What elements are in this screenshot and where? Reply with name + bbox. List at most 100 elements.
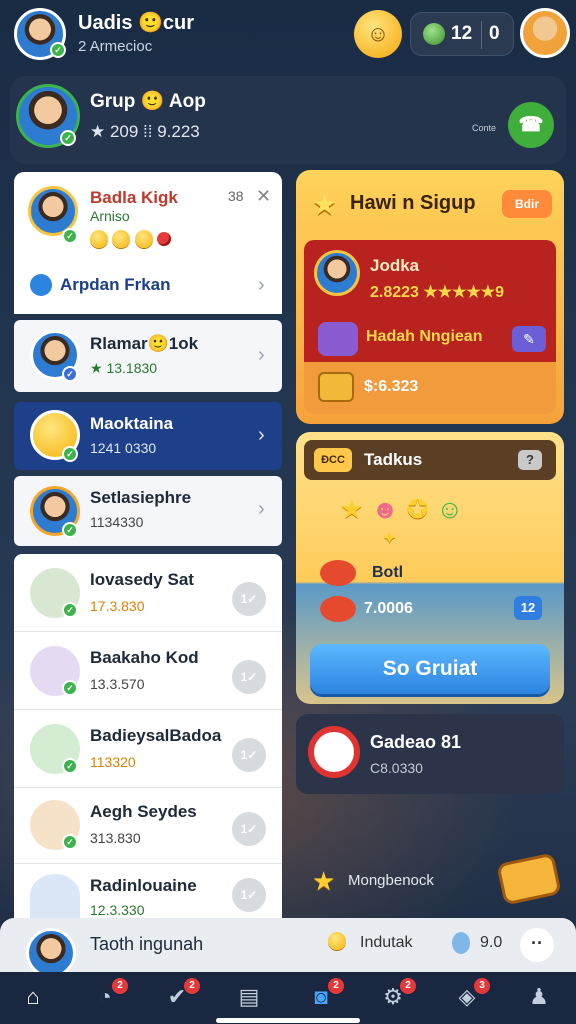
check-icon[interactable]: ✔ 2 bbox=[162, 978, 200, 1012]
top-bar: ✓ Uadis 🙂cur 2 Armecioc ☺ 12 0 bbox=[0, 0, 576, 70]
mini-title: Gadeao 81 bbox=[370, 732, 462, 752]
nav-badge: 3 bbox=[474, 978, 490, 994]
edit-icon[interactable]: ✎ bbox=[512, 326, 546, 352]
item-title: Rlamar🙂1ok bbox=[90, 334, 199, 353]
nav-badge: 2 bbox=[184, 978, 200, 994]
currency-value-b: 0 bbox=[489, 23, 500, 44]
bottom-item-1: Indutak bbox=[360, 934, 413, 951]
currency-value-a: 12 bbox=[451, 23, 473, 44]
profile-icon[interactable]: ♟ bbox=[524, 982, 554, 1012]
game-bot-label: Botl bbox=[372, 564, 404, 581]
message-line: Mongbenock bbox=[348, 872, 434, 889]
verified-icon: ✓ bbox=[62, 602, 78, 618]
list-item[interactable]: ✓ Baakaho Kod 13.3.570 1✓ bbox=[14, 632, 282, 710]
emoji-picker[interactable]: ★☻✪☺ bbox=[340, 494, 471, 525]
list-item-featured[interactable]: ✓ Badla Kigk Arniso 38 ✕ Arpdan Frkan › bbox=[14, 172, 282, 314]
star-face-icon[interactable]: ✪ bbox=[407, 494, 437, 524]
action-button[interactable]: 1✓ bbox=[232, 582, 266, 616]
group-card[interactable]: ✓ Grup 🙂 Aop ★ 209 ⁞⁞ 9.223 Conte ☎ bbox=[10, 76, 566, 164]
sparkle-icon: ✦ bbox=[382, 528, 398, 548]
mini-subtitle: C8.0330 bbox=[370, 760, 423, 776]
item-subtitle: 113320 bbox=[90, 754, 136, 770]
list-item[interactable]: ✓ Aegh Seydes 313.830 1✓ bbox=[14, 788, 282, 864]
emoji-button[interactable]: ☺ bbox=[354, 10, 402, 58]
gear-icon[interactable]: ⚙ 2 bbox=[378, 978, 416, 1012]
item-subtitle: 1134330 bbox=[90, 514, 144, 530]
activity-icon[interactable]: ◈ 3 bbox=[452, 978, 490, 1012]
home-indicator bbox=[216, 1018, 360, 1023]
list-item[interactable]: Radinlouaine 12.3.330 1✓ bbox=[14, 864, 282, 918]
item-count: 38 bbox=[228, 188, 244, 204]
promo-title: Hawi n Sigup bbox=[350, 192, 476, 214]
list-item[interactable]: ✓ Iovasedy Sat 17.3.830 1✓ bbox=[14, 554, 282, 632]
smile-icon: ☺ bbox=[366, 21, 390, 46]
promo-name: Jodka bbox=[370, 256, 420, 275]
item-title: Maoktaina bbox=[90, 414, 174, 433]
promo-tag-button[interactable]: Bdir bbox=[502, 190, 552, 218]
currency-counter[interactable]: 12 0 bbox=[410, 12, 514, 56]
bottom-panel[interactable]: Taoth ingunah Indutak 9.0 ·· bbox=[0, 918, 576, 978]
list-item[interactable]: ✓ BadieysalBadoa 113320 1✓ bbox=[14, 710, 282, 788]
chevron-right-icon[interactable]: › bbox=[258, 498, 265, 521]
promo-panel: Jodka 2.8223 ★★★★★9 Hadah Nngiean ✎ $:6.… bbox=[304, 240, 556, 414]
more-button[interactable]: ·· bbox=[520, 928, 554, 962]
promo-card[interactable]: ★ Hawi n Sigup Bdir Jodka 2.8223 ★★★★★9 … bbox=[296, 170, 564, 424]
divider bbox=[481, 21, 482, 49]
item-subtitle: 313.830 bbox=[90, 830, 141, 846]
smile-icon[interactable]: ☺ bbox=[436, 494, 471, 524]
document-icon[interactable]: ▤ bbox=[234, 982, 264, 1012]
verified-icon: ✓ bbox=[62, 680, 78, 696]
promo-amount: $:6.323 bbox=[364, 378, 419, 395]
promo-score: 2.8223 ★★★★★9 bbox=[370, 284, 504, 301]
item-title: BadieysalBadoa bbox=[90, 726, 222, 745]
call-button[interactable]: ☎ bbox=[508, 102, 554, 148]
game-counter: 12 bbox=[514, 596, 542, 620]
chart-icon[interactable]: ◔ 2 bbox=[90, 978, 128, 1012]
promo-reward: Hadah Nngiean bbox=[366, 328, 483, 345]
item-title: Setlasiephre bbox=[90, 488, 192, 507]
list-item-selected[interactable]: ✓ Maoktaina 1241 0330 › bbox=[14, 402, 282, 470]
item-subtitle: 17.3.830 bbox=[90, 598, 145, 614]
game-start-button[interactable]: So Gruiat bbox=[310, 644, 550, 694]
action-button[interactable]: 1✓ bbox=[232, 812, 266, 846]
friend-avatar[interactable] bbox=[520, 8, 570, 58]
avatar bbox=[314, 250, 360, 296]
action-button[interactable]: 1✓ bbox=[232, 738, 266, 772]
face-icon[interactable]: ☻ bbox=[371, 494, 406, 524]
item-subtitle: ★ 13.1830 bbox=[90, 360, 158, 376]
verified-icon: ✓ bbox=[62, 446, 78, 462]
drop-icon bbox=[452, 932, 470, 954]
apple-icon bbox=[320, 596, 356, 622]
item-title: Aegh Seydes bbox=[90, 802, 197, 821]
verified-icon: ✓ bbox=[62, 522, 78, 538]
chevron-right-icon[interactable]: › bbox=[258, 424, 265, 447]
nav-badge: 2 bbox=[112, 978, 128, 994]
crate-icon bbox=[30, 874, 80, 918]
mini-card[interactable]: Gadeao 81 C8.0330 bbox=[296, 714, 564, 794]
group-stats: ★ 209 ⁞⁞ 9.223 bbox=[90, 122, 200, 141]
chevron-right-icon[interactable]: › bbox=[258, 274, 265, 297]
game-card: ĐCC Tadkus ? ★☻✪☺ ✦ Botl 7.0006 12 So Gr… bbox=[296, 432, 564, 704]
home-icon[interactable]: ⌂ bbox=[18, 982, 48, 1012]
help-button[interactable]: ? bbox=[518, 450, 542, 470]
item-extra: Arpdan Frkan bbox=[60, 275, 171, 294]
list-item[interactable]: ✓ Rlamar🙂1ok ★ 13.1830 › bbox=[14, 320, 282, 392]
emoji-row bbox=[90, 230, 172, 248]
close-icon[interactable]: ✕ bbox=[256, 186, 271, 207]
star-icon[interactable]: ★ bbox=[340, 494, 371, 524]
list-item[interactable]: ✓ Setlasiephre 1134330 › bbox=[14, 476, 282, 546]
item-title: Badla Kigk bbox=[90, 188, 178, 207]
group-small-label: Conte bbox=[472, 123, 497, 133]
bottom-item-2: 9.0 bbox=[480, 934, 503, 951]
badge-icon: ✓ bbox=[62, 366, 78, 382]
chat-icon[interactable]: ◙ 2 bbox=[306, 978, 344, 1012]
verified-icon: ✓ bbox=[50, 42, 66, 58]
item-title: Iovasedy Sat bbox=[90, 570, 194, 589]
game-header: ĐCC Tadkus ? bbox=[304, 440, 556, 480]
action-button[interactable]: 1✓ bbox=[232, 878, 266, 912]
profile-name: Uadis 🙂cur bbox=[78, 12, 195, 34]
emoji-icon bbox=[328, 932, 346, 950]
verified-icon: ✓ bbox=[62, 834, 78, 850]
chevron-right-icon[interactable]: › bbox=[258, 344, 265, 367]
action-button[interactable]: 1✓ bbox=[232, 660, 266, 694]
